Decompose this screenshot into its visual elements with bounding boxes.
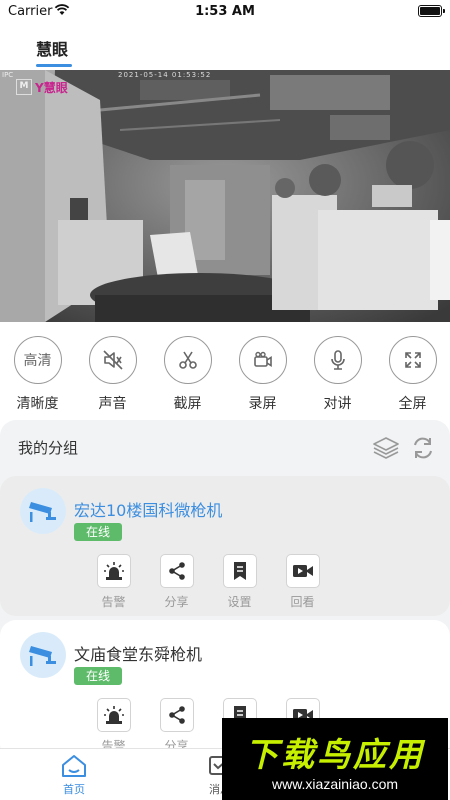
refresh-icon[interactable] [410,435,436,461]
alarm-button[interactable] [96,554,131,588]
group-title: 我的分组 [18,439,79,457]
alarm-label: 告警 [101,739,126,748]
share-icon [168,706,185,724]
title-underline [36,64,72,67]
camera-actions: 告警 分享 [82,554,334,610]
quality-value: 高清 [23,353,52,369]
status-bar: Carrier 1:53 AM [0,0,450,24]
alarm-light-icon [103,706,124,724]
home-icon [62,755,86,777]
record-label: 录屏 [248,396,277,412]
intercom-control[interactable]: 对讲 [300,322,375,420]
battery-icon [418,5,445,17]
clock: 1:53 AM [195,4,255,19]
camera-card[interactable]: 宏达10楼国科微枪机 在线 告警 分享 设置 回看 [0,476,450,616]
page-title[interactable]: 慧眼 [36,36,68,60]
camera-name[interactable]: 宏达10楼国科微枪机 [74,497,222,521]
status-badge: 在线 [74,667,122,685]
quality-label: 清晰度 [16,396,59,412]
watermark-title: 下载鸟应用 [245,735,425,774]
video-timestamp: 2021-05-14 01:53:52 [118,71,212,79]
sound-button[interactable] [88,336,137,384]
tab-home-label: 首页 [63,783,85,796]
record-control[interactable]: 录屏 [225,322,300,420]
speaker-muted-icon [102,350,123,370]
screenshot-button[interactable] [163,336,212,384]
screenshot-control[interactable]: 截屏 [150,322,225,420]
layers-icon[interactable] [372,435,400,461]
status-badge: 在线 [74,523,122,541]
fullscreen-label: 全屏 [398,396,427,412]
settings-bookmark-icon [233,562,246,580]
settings-button[interactable] [222,554,257,588]
fullscreen-button[interactable] [388,336,437,384]
site-watermark: 下载鸟应用 www.xiazainiao.com [222,718,448,800]
share-button[interactable] [159,698,194,732]
my-group-section: 我的分组 宏达10楼国科微枪机 在线 告警 分享 设置 回看 文庙食堂东舜枪机 … [0,420,450,748]
player-controls: 高清 清晰度 声音 截屏 录屏 对讲 全屏 [0,322,450,420]
quality-button[interactable]: 高清 [13,336,62,384]
playback-button[interactable] [285,554,320,588]
group-header: 我的分组 [0,420,450,474]
settings-label: 设置 [227,595,252,609]
video-watermark-logo: M Y慧眼 [16,78,68,96]
intercom-label: 对讲 [323,396,352,412]
sound-control[interactable]: 声音 [75,322,150,420]
camera-feed-image [0,70,450,322]
logo-mark-icon: M [16,79,32,95]
fullscreen-control[interactable]: 全屏 [375,322,450,420]
share-icon [168,562,185,580]
alarm-button[interactable] [96,698,131,732]
scissors-icon [178,351,197,369]
quality-control[interactable]: 高清 清晰度 [0,322,75,420]
security-camera-icon [29,502,56,522]
settings-action[interactable]: 设置 [208,554,271,610]
video-overlay-label: IPC [2,71,14,79]
security-camera-icon [29,646,56,666]
share-label: 分享 [164,739,189,748]
playback-label: 回看 [290,595,315,609]
microphone-icon [330,350,345,370]
fullscreen-icon [404,352,421,368]
watermark-url: www.xiazainiao.com [271,776,399,792]
tab-home[interactable]: 首页 [44,753,104,797]
share-label: 分享 [164,595,189,609]
video-camera-icon [253,351,272,367]
playback-icon [292,565,313,577]
playback-action[interactable]: 回看 [271,554,334,610]
share-button[interactable] [159,554,194,588]
app-screen: Carrier 1:53 AM 慧眼 IPC 2021-05-14 01:53:… [0,0,450,800]
alarm-action[interactable]: 告警 [82,698,145,748]
screenshot-label: 截屏 [173,396,202,412]
intercom-button[interactable] [313,336,362,384]
app-header: 慧眼 [0,24,450,70]
share-action[interactable]: 分享 [145,554,208,610]
alarm-label: 告警 [101,595,126,609]
logo-text: Y慧眼 [35,80,68,95]
live-video-view[interactable]: IPC 2021-05-14 01:53:52 M Y慧眼 [0,70,450,322]
record-button[interactable] [238,336,287,384]
alarm-light-icon [103,562,124,580]
alarm-action[interactable]: 告警 [82,554,145,610]
sound-label: 声音 [98,396,127,412]
camera-avatar [20,632,66,678]
share-action[interactable]: 分享 [145,698,208,748]
camera-name[interactable]: 文庙食堂东舜枪机 [74,641,202,665]
camera-avatar [20,488,66,534]
